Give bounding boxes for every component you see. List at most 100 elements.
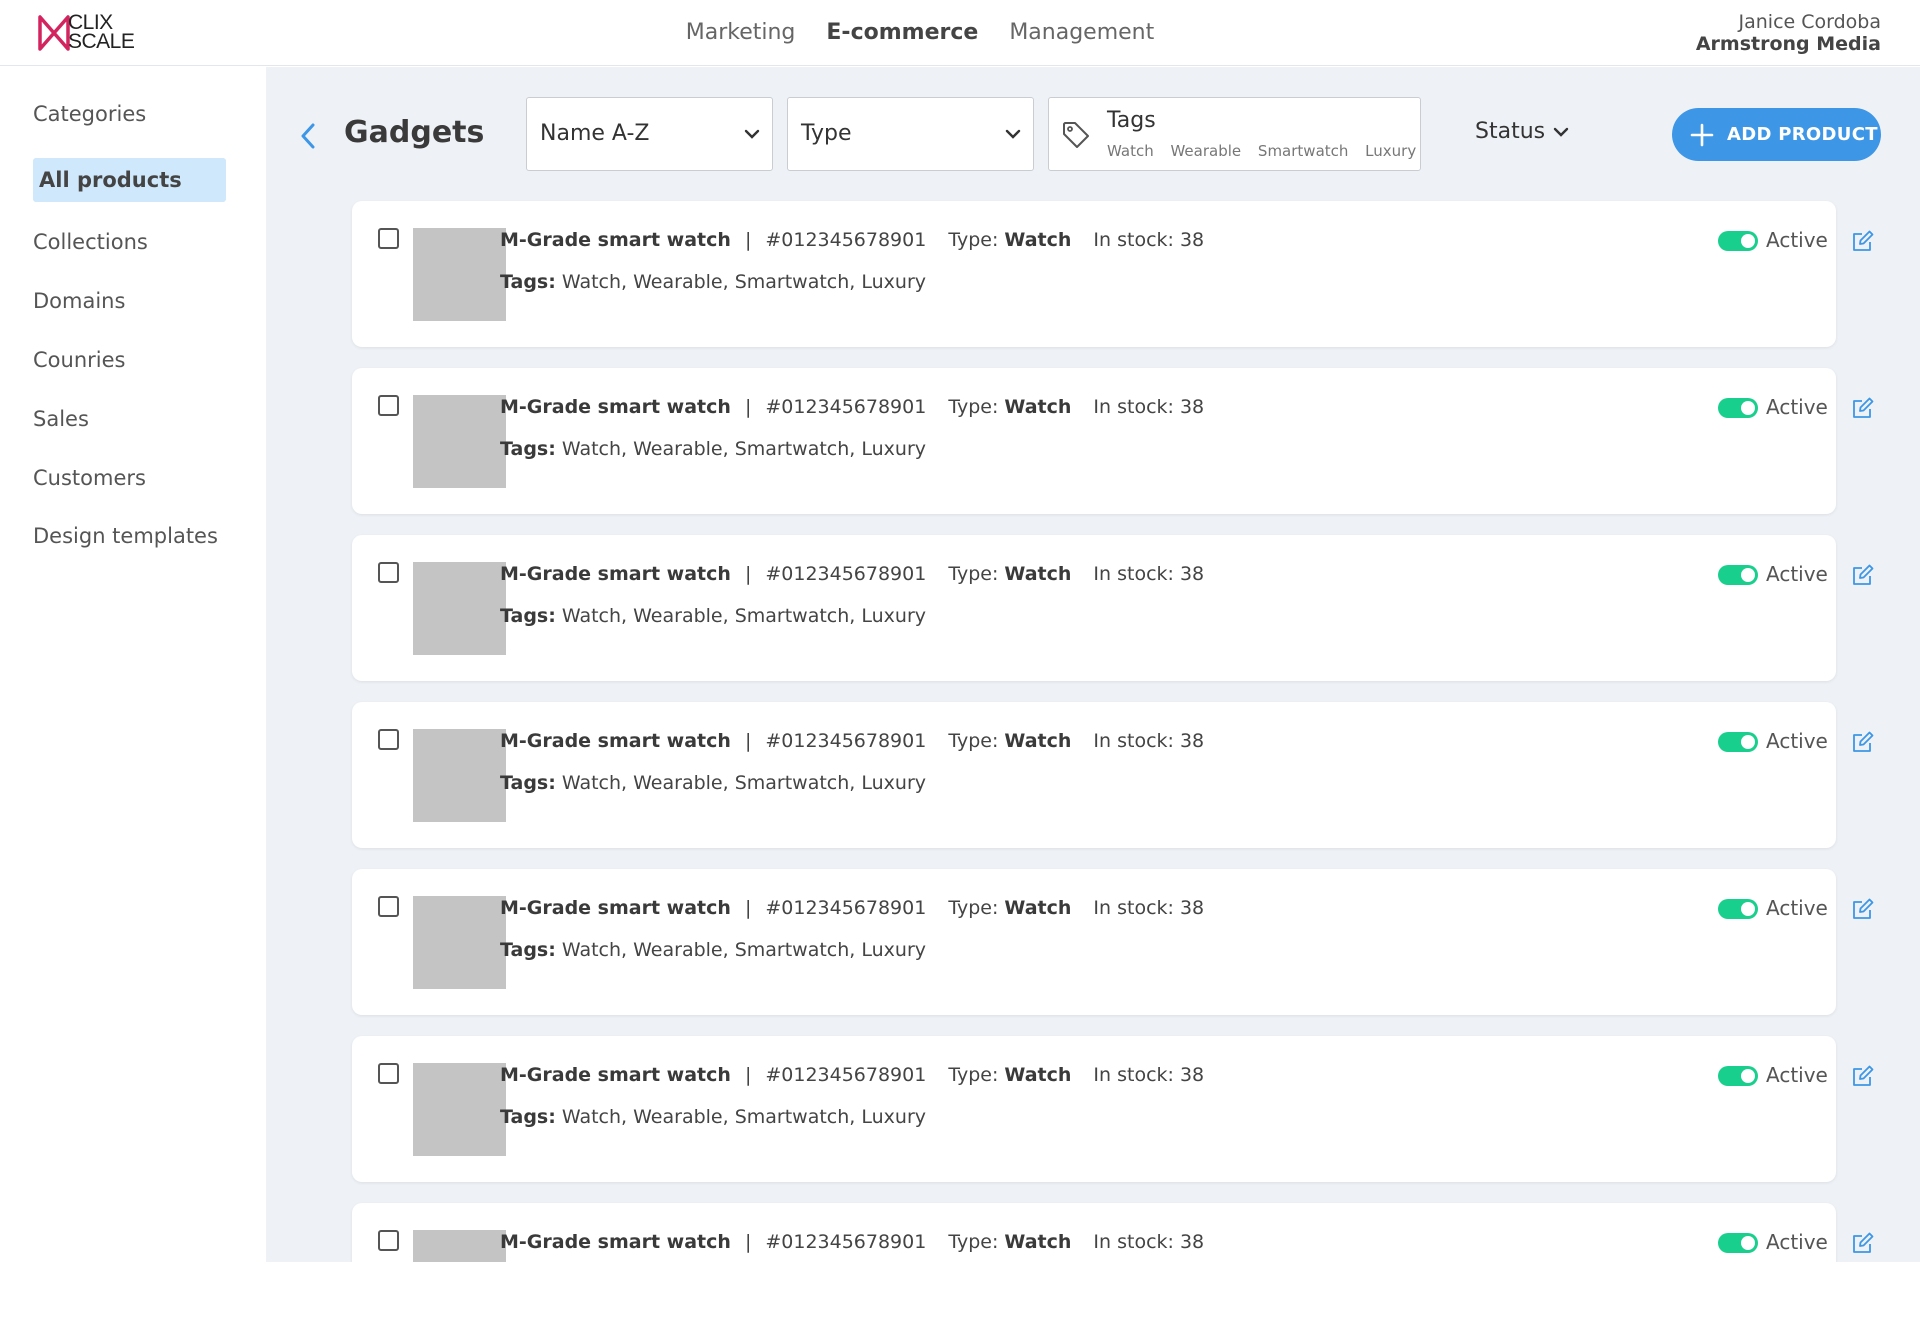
product-thumbnail[interactable] xyxy=(413,896,506,989)
separator: | xyxy=(744,730,752,752)
edit-icon[interactable] xyxy=(1851,730,1875,754)
tag-chip[interactable]: Wearable xyxy=(1170,142,1241,160)
product-type: Watch xyxy=(1004,229,1072,251)
tag-chip[interactable]: Watch xyxy=(1107,142,1154,160)
toggle-knob xyxy=(1741,902,1755,916)
product-stock: In stock: 38 xyxy=(1093,229,1205,251)
separator: | xyxy=(744,1231,752,1253)
product-name[interactable]: M-Grade smart watch xyxy=(500,396,731,418)
tags-filter[interactable]: Tags Watch Wearable Smartwatch Luxury xyxy=(1048,97,1421,171)
product-card[interactable]: M-Grade smart watch | #012345678901 Type: W… xyxy=(352,1036,1874,1182)
product-thumbnail[interactable] xyxy=(413,562,506,655)
nav-ecommerce[interactable]: E-commerce xyxy=(826,20,978,45)
select-checkbox[interactable] xyxy=(378,395,399,416)
product-tags-line: Tags: Watch, Wearable, Smartwatch, Luxur… xyxy=(500,605,926,627)
active-toggle[interactable] xyxy=(1718,565,1758,585)
select-checkbox[interactable] xyxy=(378,562,399,583)
sidebar-item-domains[interactable]: Domains xyxy=(33,289,125,313)
active-toggle[interactable] xyxy=(1718,1233,1758,1253)
product-type-label: Type: xyxy=(948,396,999,418)
nav-marketing[interactable]: Marketing xyxy=(686,20,796,45)
product-tags-line: Tags: Watch, Wearable, Smartwatch, Luxur… xyxy=(500,438,926,460)
product-thumbnail[interactable] xyxy=(413,228,506,321)
product-card[interactable]: M-Grade smart watch | #012345678901 Type: W… xyxy=(352,702,1874,848)
product-name[interactable]: M-Grade smart watch xyxy=(500,1064,731,1086)
add-product-button[interactable]: ADD PRODUCT xyxy=(1672,108,1881,161)
product-stock: In stock: 38 xyxy=(1093,897,1205,919)
product-name[interactable]: M-Grade smart watch xyxy=(500,897,731,919)
product-card[interactable]: M-Grade smart watch | #012345678901 Type: W… xyxy=(352,1203,1874,1262)
active-toggle[interactable] xyxy=(1718,231,1758,251)
select-checkbox[interactable] xyxy=(378,228,399,249)
status-filter[interactable]: Status xyxy=(1475,119,1569,144)
product-type: Watch xyxy=(1004,1064,1072,1086)
product-thumbnail[interactable] xyxy=(413,1230,506,1262)
status-label: Active xyxy=(1766,729,1828,753)
top-header: CLIX SCALE Marketing E-commerce Manageme… xyxy=(0,0,1920,66)
edit-icon[interactable] xyxy=(1851,897,1875,921)
edit-icon[interactable] xyxy=(1851,563,1875,587)
select-checkbox[interactable] xyxy=(378,1230,399,1251)
product-sku: #012345678901 xyxy=(765,1064,927,1086)
product-sku: #012345678901 xyxy=(765,563,927,585)
sidebar-item-collections[interactable]: Collections xyxy=(33,230,148,254)
sidebar-item-design-templates[interactable]: Design templates xyxy=(33,524,218,548)
product-tags: Watch, Wearable, Smartwatch, Luxury xyxy=(561,438,926,460)
select-checkbox[interactable] xyxy=(378,1063,399,1084)
active-toggle[interactable] xyxy=(1718,398,1758,418)
product-tags-label: Tags: xyxy=(500,772,556,794)
product-tags-label: Tags: xyxy=(500,605,556,627)
sidebar-item-customers[interactable]: Customers xyxy=(33,466,146,490)
sidebar-item-countries[interactable]: Counries xyxy=(33,348,125,372)
add-product-label: ADD PRODUCT xyxy=(1727,124,1878,145)
select-checkbox[interactable] xyxy=(378,896,399,917)
sidebar-item-all-products[interactable]: All products xyxy=(33,158,226,202)
separator: | xyxy=(744,396,752,418)
active-toggle[interactable] xyxy=(1718,899,1758,919)
separator: | xyxy=(744,563,752,585)
product-name[interactable]: M-Grade smart watch xyxy=(500,229,731,251)
active-toggle[interactable] xyxy=(1718,732,1758,752)
product-card[interactable]: M-Grade smart watch | #012345678901 Type: W… xyxy=(352,201,1874,347)
product-sku: #012345678901 xyxy=(765,730,927,752)
product-type: Watch xyxy=(1004,1231,1072,1253)
nav-management[interactable]: Management xyxy=(1009,20,1154,45)
product-tags-label: Tags: xyxy=(500,271,556,293)
type-select[interactable]: Type xyxy=(787,97,1034,171)
edit-icon[interactable] xyxy=(1851,229,1875,253)
product-name[interactable]: M-Grade smart watch xyxy=(500,563,731,585)
back-chevron-icon[interactable] xyxy=(300,123,316,149)
user-account[interactable]: Janice Cordoba Armstrong Media xyxy=(1696,11,1881,55)
product-name[interactable]: M-Grade smart watch xyxy=(500,730,731,752)
tag-chip[interactable]: Luxury xyxy=(1365,142,1416,160)
sidebar: Categories All products Collections Doma… xyxy=(0,67,266,1262)
product-name[interactable]: M-Grade smart watch xyxy=(500,1231,731,1253)
product-type: Watch xyxy=(1004,730,1072,752)
tag-chip[interactable]: Smartwatch xyxy=(1258,142,1348,160)
edit-icon[interactable] xyxy=(1851,396,1875,420)
select-checkbox[interactable] xyxy=(378,729,399,750)
chevron-down-icon xyxy=(1553,127,1569,137)
toggle-knob xyxy=(1741,1069,1755,1083)
product-sku: #012345678901 xyxy=(765,396,927,418)
separator: | xyxy=(744,897,752,919)
edit-icon[interactable] xyxy=(1851,1064,1875,1088)
edit-icon[interactable] xyxy=(1851,1231,1875,1255)
sort-select[interactable]: Name A-Z xyxy=(526,97,773,171)
product-thumbnail[interactable] xyxy=(413,729,506,822)
sidebar-item-categories[interactable]: Categories xyxy=(33,102,146,126)
product-tags: Watch, Wearable, Smartwatch, Luxury xyxy=(561,271,926,293)
product-info-line: M-Grade smart watch | #012345678901 Type: W… xyxy=(500,897,1204,919)
product-card[interactable]: M-Grade smart watch | #012345678901 Type: W… xyxy=(352,535,1874,681)
product-card[interactable]: M-Grade smart watch | #012345678901 Type: W… xyxy=(352,368,1874,514)
product-type: Watch xyxy=(1004,563,1072,585)
product-thumbnail[interactable] xyxy=(413,395,506,488)
sidebar-item-sales[interactable]: Sales xyxy=(33,407,89,431)
product-card[interactable]: M-Grade smart watch | #012345678901 Type: W… xyxy=(352,869,1874,1015)
product-tags-line: Tags: Watch, Wearable, Smartwatch, Luxur… xyxy=(500,1106,926,1128)
tags-chips: Watch Wearable Smartwatch Luxury xyxy=(1107,142,1417,160)
product-thumbnail[interactable] xyxy=(413,1063,506,1156)
product-stock: In stock: 38 xyxy=(1093,730,1205,752)
product-tags-label: Tags: xyxy=(500,1106,556,1128)
active-toggle[interactable] xyxy=(1718,1066,1758,1086)
